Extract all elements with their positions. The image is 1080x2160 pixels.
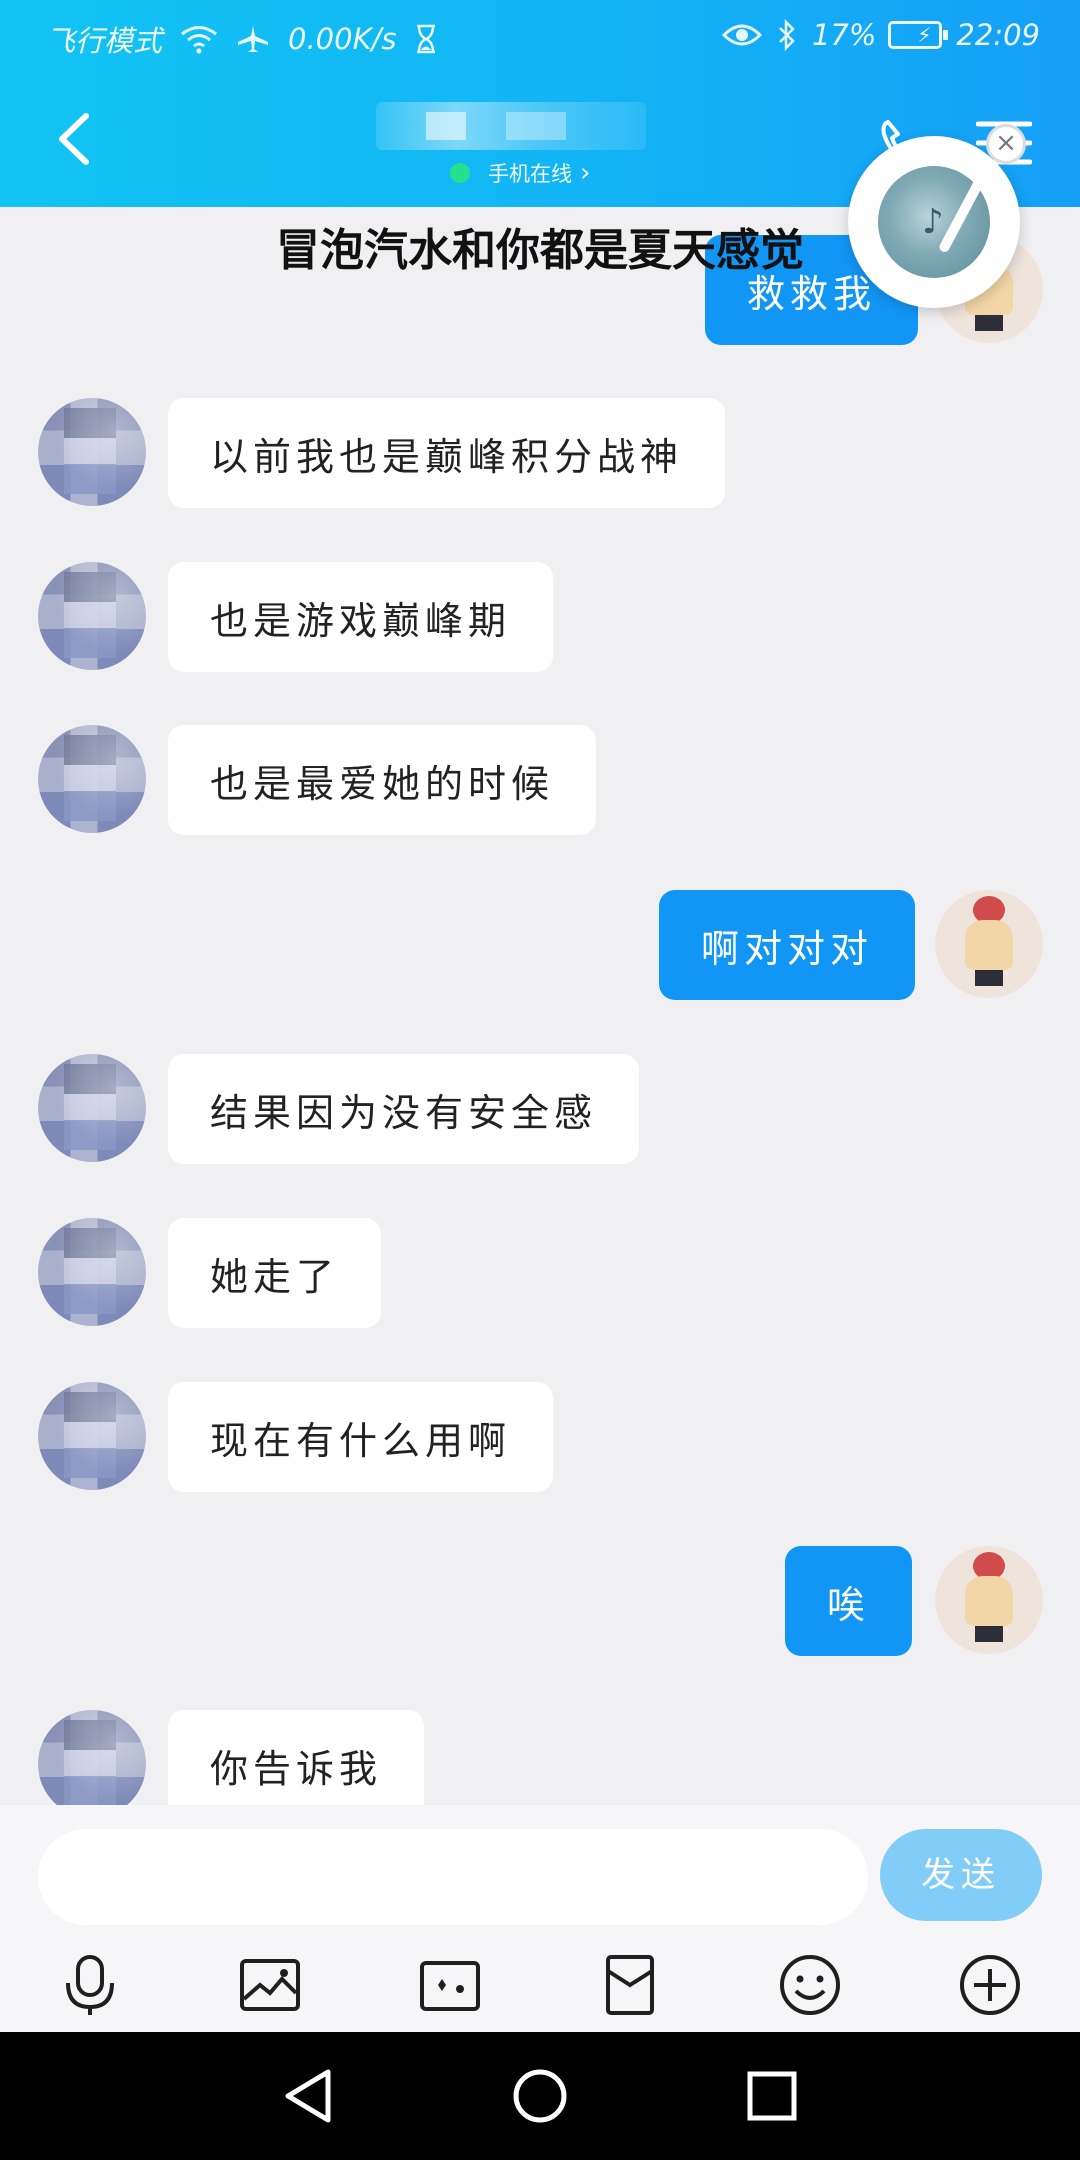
- message-bubble-incoming[interactable]: 以前我也是巅峰积分战神: [168, 398, 726, 508]
- network-speed: 0.00K/s: [288, 22, 397, 56]
- avatar-contact[interactable]: [38, 398, 146, 506]
- avatar-contact[interactable]: [38, 725, 146, 833]
- avatar-contact[interactable]: [38, 1218, 146, 1326]
- nav-back-icon[interactable]: [278, 2066, 338, 2126]
- message-text: 现在有什么用啊: [210, 1418, 512, 1463]
- message-row: 啊对对对: [0, 890, 1080, 1000]
- clock: 22:09: [956, 18, 1040, 52]
- message-row: 唉: [0, 1546, 1080, 1656]
- message-list[interactable]: 救救我 以前我也是巅峰积分战神 也是游戏巅峰期 也是最爱她的时候 啊对对对 结果: [0, 207, 1080, 1805]
- back-icon[interactable]: [52, 112, 98, 166]
- message-bubble-outgoing[interactable]: 唉: [785, 1546, 913, 1656]
- message-row: 她走了: [0, 1218, 1080, 1328]
- message-row: 也是游戏巅峰期: [0, 562, 1080, 672]
- message-bubble-incoming[interactable]: 结果因为没有安全感: [168, 1054, 640, 1164]
- airplane-icon: [238, 26, 269, 52]
- message-text: 也是游戏巅峰期: [210, 598, 512, 643]
- battery-icon: ⚡: [888, 21, 949, 49]
- battery-percent: 17%: [811, 18, 877, 52]
- message-row: 以前我也是巅峰积分战神: [0, 398, 1080, 508]
- message-text: 结果因为没有安全感: [210, 1090, 598, 1135]
- avatar-contact[interactable]: [38, 562, 146, 670]
- message-row: 你告诉我: [0, 1710, 1080, 1805]
- contact-name-blurred: [376, 102, 646, 150]
- contact-info[interactable]: 手机在线 ›: [360, 102, 660, 192]
- composer-toolbar: [0, 1945, 1080, 2025]
- message-bubble-outgoing[interactable]: 啊对对对: [659, 890, 916, 1000]
- message-bubble-incoming[interactable]: 现在有什么用啊: [168, 1382, 554, 1492]
- close-icon[interactable]: ×: [986, 124, 1026, 164]
- message-bubble-incoming[interactable]: 她走了: [168, 1218, 382, 1328]
- avatar-contact[interactable]: [38, 1054, 146, 1162]
- message-input[interactable]: [38, 1829, 868, 1925]
- eye-icon: [721, 24, 762, 46]
- composer: 发送: [0, 1805, 1080, 2032]
- message-row: 现在有什么用啊: [0, 1382, 1080, 1492]
- status-bar: 飞行模式 0.00K/s 17% ⚡ 22:09: [0, 0, 1080, 76]
- online-status: 手机在线 ›: [450, 158, 590, 188]
- avatar-self[interactable]: [935, 1546, 1043, 1654]
- message-text: 唉: [827, 1582, 871, 1627]
- message-bubble-incoming[interactable]: 你告诉我: [168, 1710, 425, 1805]
- avatar-contact[interactable]: [38, 1710, 146, 1805]
- wifi-icon: [181, 26, 217, 54]
- message-bubble-incoming[interactable]: 也是最爱她的时候: [168, 725, 597, 835]
- avatar-self[interactable]: [935, 890, 1043, 998]
- message-text: 啊对对对: [701, 926, 874, 971]
- online-dot-icon: [450, 163, 470, 183]
- music-player-widget[interactable]: ♪ ×: [848, 124, 1026, 308]
- microphone-icon[interactable]: [58, 1953, 122, 2017]
- send-button[interactable]: 发送: [880, 1829, 1042, 1921]
- message-row: 结果因为没有安全感: [0, 1054, 1080, 1164]
- image-icon[interactable]: [238, 1953, 302, 2017]
- chevron-right-icon: ›: [580, 158, 591, 188]
- system-navigation-bar: [0, 2032, 1080, 2160]
- message-text: 她走了: [210, 1254, 340, 1299]
- airplane-mode-label: 飞行模式: [46, 24, 163, 58]
- message-text: 你告诉我: [210, 1746, 383, 1791]
- message-text: 以前我也是巅峰积分战神: [210, 434, 684, 479]
- online-status-label: 手机在线: [488, 162, 572, 186]
- message-text: 也是最爱她的时候: [210, 761, 555, 806]
- emoji-icon[interactable]: [778, 1953, 842, 2017]
- nav-recent-icon[interactable]: [742, 2066, 802, 2126]
- red-packet-icon[interactable]: [598, 1953, 662, 2017]
- message-bubble-incoming[interactable]: 也是游戏巅峰期: [168, 562, 554, 672]
- camera-icon[interactable]: [418, 1953, 482, 2017]
- nav-home-icon[interactable]: [510, 2066, 570, 2126]
- avatar-contact[interactable]: [38, 1382, 146, 1490]
- bluetooth-icon: [779, 19, 795, 51]
- message-row: 也是最爱她的时候: [0, 725, 1080, 835]
- plus-icon[interactable]: [958, 1953, 1022, 2017]
- hourglass-icon: [417, 24, 436, 54]
